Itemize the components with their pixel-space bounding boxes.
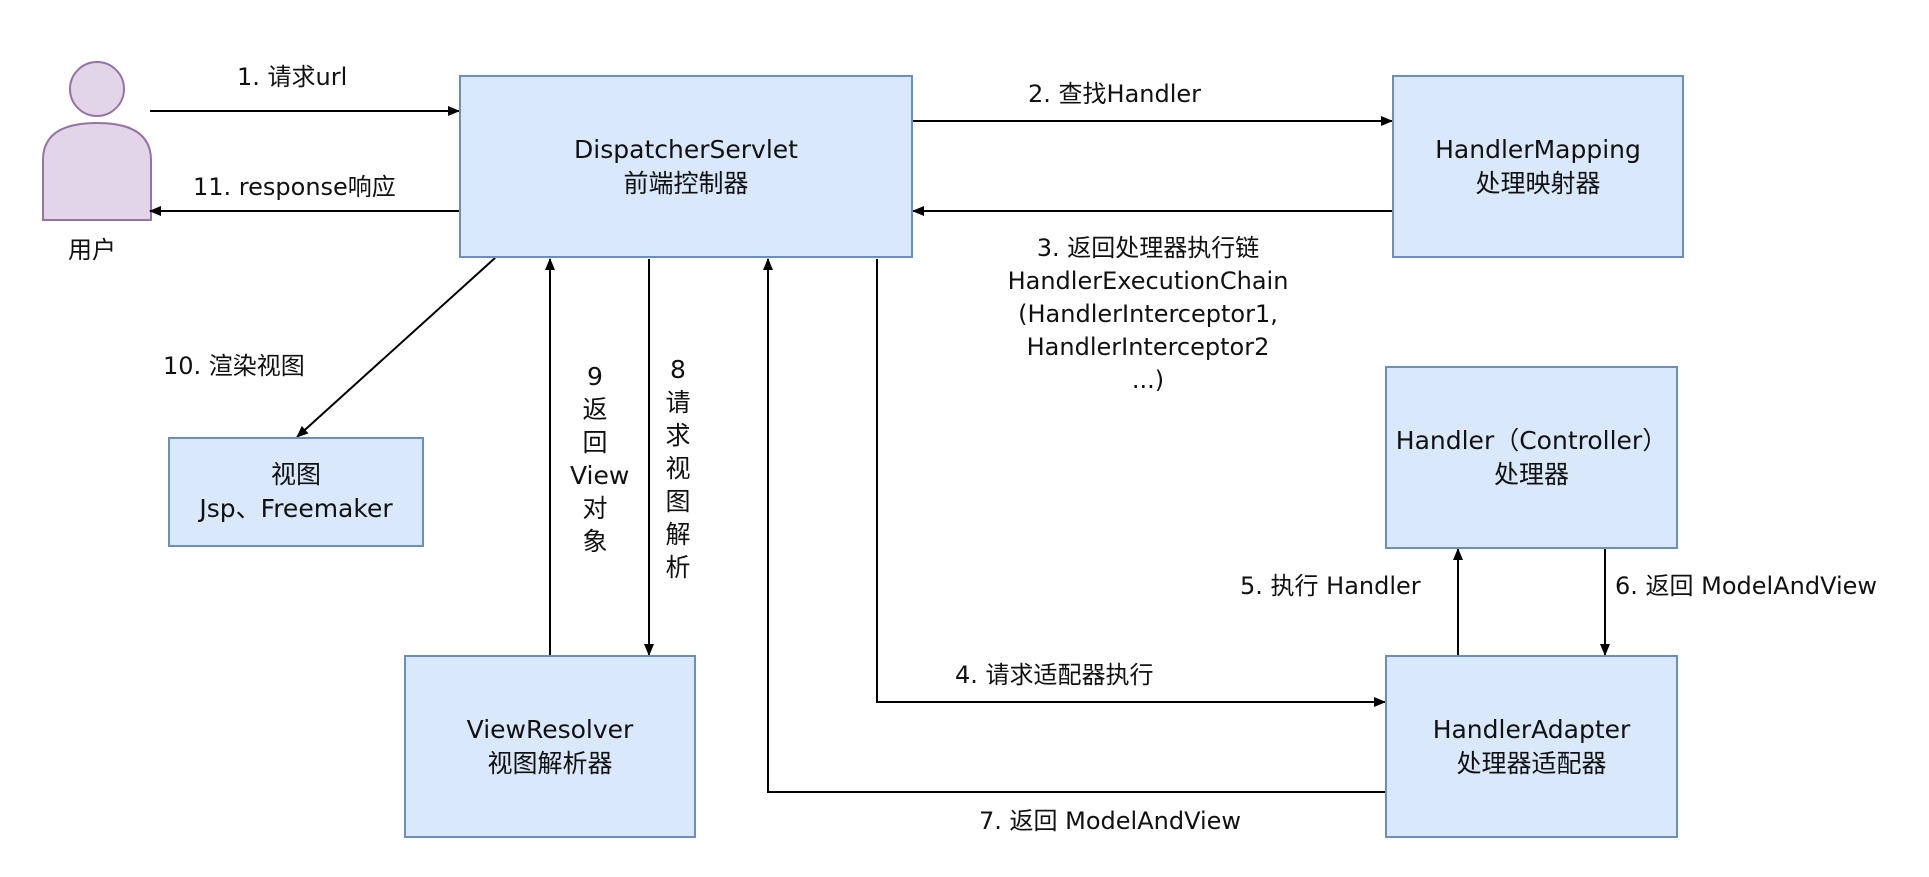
handler-node[interactable]: Handler（Controller） 处理器 [1385, 366, 1678, 549]
edge-4-label: 4. 请求适配器执行 [955, 661, 1154, 689]
edge-9-label: 9 返 回 View 对 象 [570, 362, 630, 556]
view-resolver-subtitle: 视图解析器 [487, 748, 613, 778]
dispatcher-servlet-title: DispatcherServlet [574, 134, 798, 164]
dispatcher-servlet-subtitle: 前端控制器 [623, 168, 749, 198]
handler-adapter-node[interactable]: HandlerAdapter 处理器适配器 [1385, 655, 1678, 838]
handler-adapter-subtitle: 处理器适配器 [1456, 748, 1607, 778]
edge-2-label: 2. 查找Handler [1028, 80, 1202, 108]
handler-mapping-subtitle: 处理映射器 [1475, 168, 1601, 198]
view-node[interactable]: 视图 Jsp、Freemaker [168, 437, 424, 547]
handler-subtitle: 处理器 [1493, 459, 1569, 489]
view-title: 视图 [270, 460, 321, 489]
edge-3-label-line3: (HandlerInterceptor1, [1018, 300, 1278, 328]
diagram-canvas: 用户 DispatcherServlet 前端控制器 HandlerMappin… [0, 0, 1929, 877]
handler-title: Handler（Controller） [1395, 425, 1668, 455]
view-resolver-node[interactable]: ViewResolver 视图解析器 [404, 655, 696, 838]
view-subtitle: Jsp、Freemaker [199, 494, 393, 523]
edge-1-label: 1. 请求url [237, 63, 348, 91]
edge-10-label: 10. 渲染视图 [163, 352, 305, 380]
edge-5-label: 5. 执行 Handler [1240, 572, 1421, 600]
edge-3-label-line5: ...) [1131, 366, 1165, 394]
dispatcher-servlet-node[interactable]: DispatcherServlet 前端控制器 [459, 75, 913, 258]
edge-3-label: 3. 返回处理器执行链 HandlerExecutionChain (Handl… [988, 232, 1308, 397]
edge-11-label: 11. response响应 [193, 173, 396, 201]
edge-7-label: 7. 返回 ModelAndView [979, 807, 1242, 835]
user-label: 用户 [68, 236, 116, 264]
view-resolver-title: ViewResolver [466, 714, 634, 744]
handler-mapping-title: HandlerMapping [1435, 134, 1641, 164]
edge-8-label: 8 请 求 视 图 解 析 [665, 355, 691, 582]
edge-3-label-line4: HandlerInterceptor2 [1026, 333, 1270, 361]
edge-3-label-line1: 3. 返回处理器执行链 [1036, 234, 1260, 262]
edge-10-arrow [296, 246, 507, 438]
handler-adapter-title: HandlerAdapter [1432, 714, 1631, 744]
handler-mapping-node[interactable]: HandlerMapping 处理映射器 [1392, 75, 1684, 258]
edge-6-label: 6. 返回 ModelAndView [1615, 572, 1878, 600]
edge-3-label-line2: HandlerExecutionChain [1007, 267, 1289, 295]
user-actor-icon [42, 61, 152, 221]
